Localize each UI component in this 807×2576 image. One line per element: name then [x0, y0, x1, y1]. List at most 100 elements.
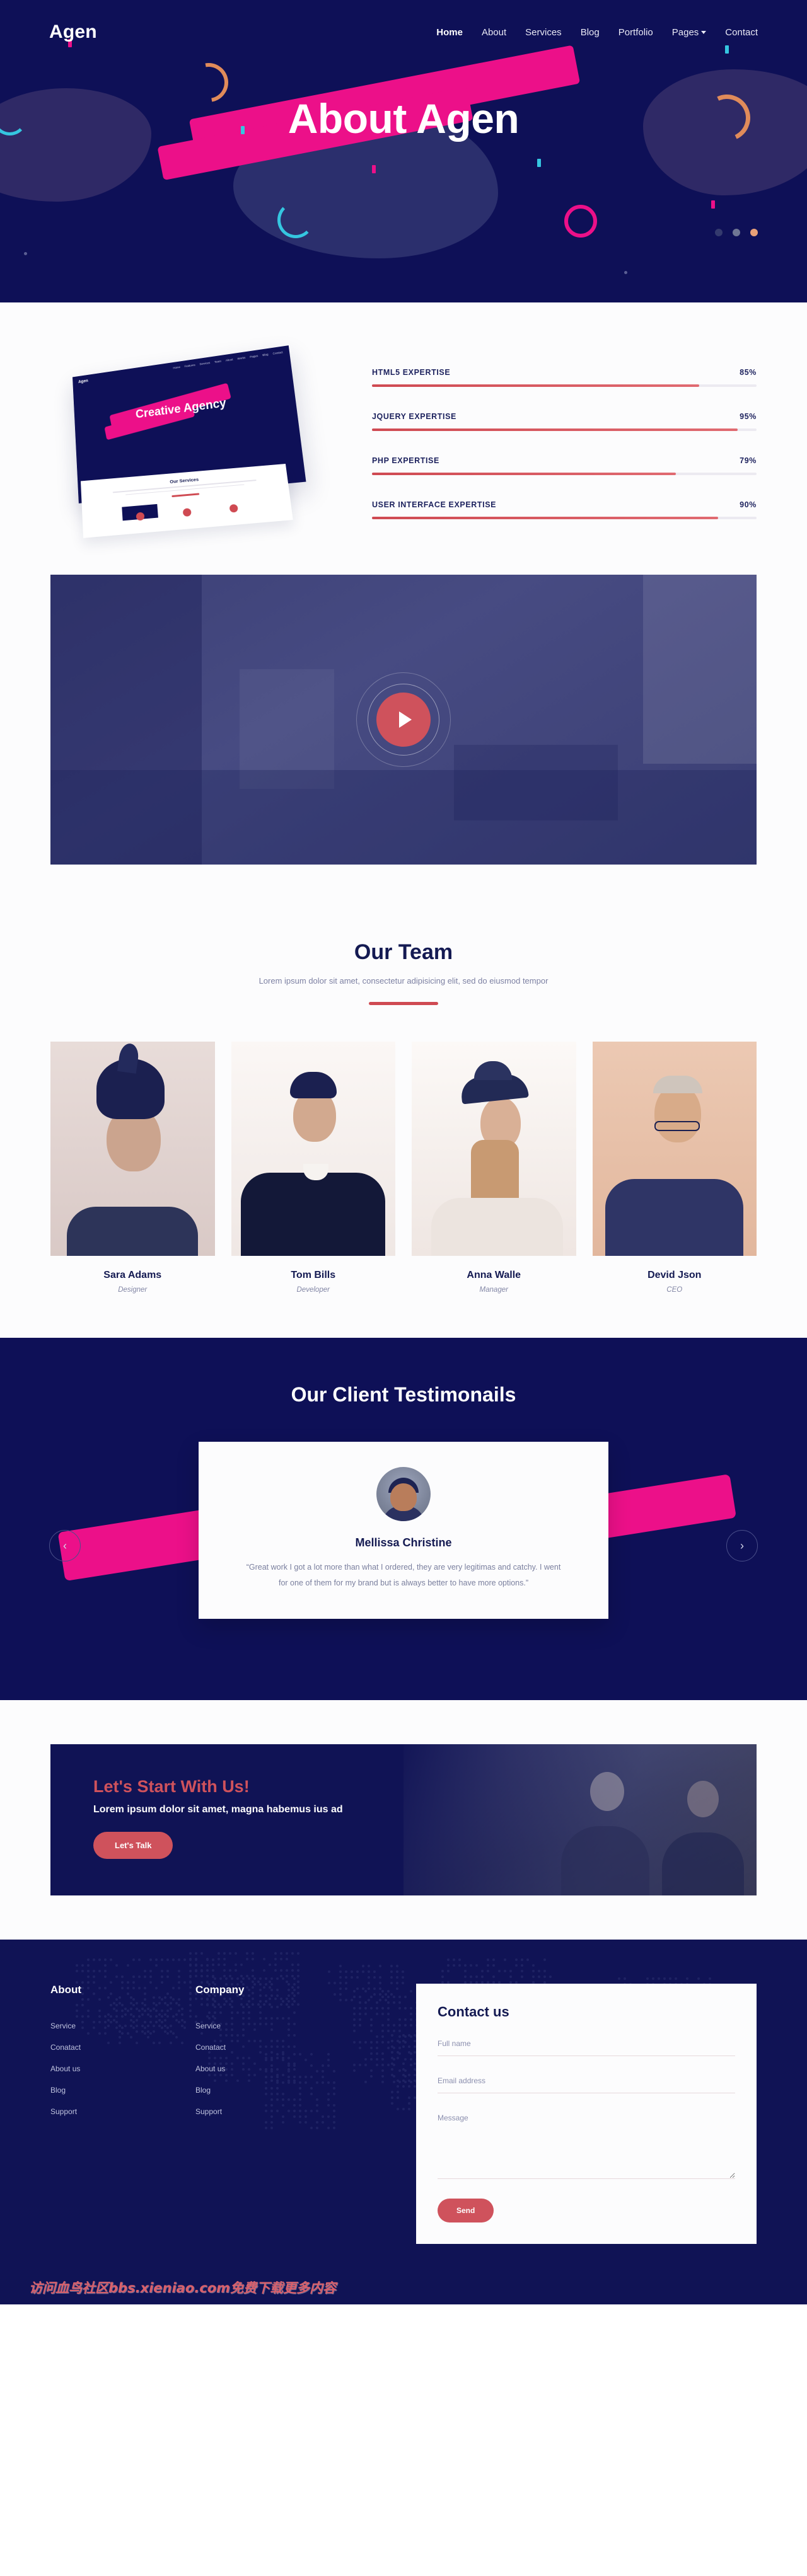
- video-thumbnail[interactable]: [50, 575, 757, 865]
- skills-section: Agen Home Features Services Team About W…: [0, 302, 807, 575]
- skill-label: PHP EXPERTISE: [372, 456, 439, 465]
- contact-form: Contact us Send: [416, 1984, 757, 2244]
- skill-label: USER INTERFACE EXPERTISE: [372, 500, 496, 509]
- footer-link-support[interactable]: Support: [195, 2107, 315, 2116]
- skill-bar-html5: HTML5 EXPERTISE 85%: [372, 368, 757, 387]
- brand-logo[interactable]: Agen: [49, 21, 97, 43]
- skill-value: 90%: [740, 500, 757, 509]
- carousel-next-button[interactable]: ›: [726, 1530, 758, 1561]
- testimonial-card: Mellissa Christine “Great work I got a l…: [199, 1442, 608, 1619]
- decorative-dot: [725, 45, 729, 54]
- skill-bar-ui: USER INTERFACE EXPERTISE 90%: [372, 500, 757, 519]
- testimonials-section: Our Client Testimonails ‹ › Mellissa Chr…: [0, 1338, 807, 1700]
- testimonials-title: Our Client Testimonails: [0, 1383, 807, 1406]
- chevron-right-icon: ›: [740, 1539, 744, 1553]
- footer-bottom-bar: 访问血鸟社区bbs.xieniao.com免费下载更多内容: [0, 2244, 807, 2304]
- cta-title: Let's Start With Us!: [93, 1777, 454, 1797]
- main-navigation: Agen Home About Services Blog Portfolio …: [0, 0, 807, 43]
- team-title: Our Team: [50, 940, 757, 965]
- slider-dot-1[interactable]: [715, 229, 723, 236]
- skill-fill: [372, 384, 699, 387]
- skill-value: 85%: [740, 368, 757, 377]
- footer-link-contact[interactable]: Conatact: [50, 2043, 170, 2052]
- skill-fill: [372, 517, 718, 519]
- nav-link-portfolio[interactable]: Portfolio: [618, 27, 653, 38]
- sheet-accent-bar: [171, 493, 199, 497]
- decorative-dot: [537, 159, 541, 167]
- cta-person-body: [662, 1832, 744, 1895]
- chevron-left-icon: ‹: [63, 1539, 67, 1553]
- nav-link-about[interactable]: About: [482, 27, 506, 38]
- site-footer: About Service Conatact About us Blog Sup…: [0, 1940, 807, 2304]
- skill-track: [372, 384, 757, 387]
- slider-dot-3-active[interactable]: [750, 229, 758, 236]
- decorative-dot: [372, 165, 376, 173]
- chevron-down-icon: [701, 31, 706, 34]
- footer-link-contact[interactable]: Conatact: [195, 2043, 315, 2052]
- skill-bar-php: PHP EXPERTISE 79%: [372, 456, 757, 475]
- nav-link-home[interactable]: Home: [436, 27, 463, 38]
- nav-link-contact[interactable]: Contact: [725, 27, 758, 38]
- footer-link-support[interactable]: Support: [50, 2107, 170, 2116]
- lets-talk-button[interactable]: Let's Talk: [93, 1832, 173, 1859]
- email-input[interactable]: [438, 2073, 735, 2093]
- footer-link-service[interactable]: Service: [195, 2021, 315, 2030]
- team-subtitle: Lorem ipsum dolor sit amet, consectetur …: [50, 976, 757, 986]
- laptop-mockup: Agen Home Features Services Team About W…: [50, 354, 347, 531]
- cta-banner: Let's Start With Us! Lorem ipsum dolor s…: [50, 1744, 757, 1895]
- nav-link-services[interactable]: Services: [525, 27, 562, 38]
- portrait-body: [605, 1179, 743, 1256]
- cta-person-body: [561, 1826, 649, 1895]
- video-overlay-shape: [643, 575, 757, 764]
- mockup-menu-item: Works: [237, 356, 245, 362]
- mockup-menu: Home Features Services Team About Works …: [173, 350, 283, 371]
- team-member-card[interactable]: Sara Adams Designer: [50, 1042, 215, 1294]
- footer-link-about-us[interactable]: About us: [195, 2064, 315, 2073]
- sheet-card-icon: [136, 512, 145, 520]
- team-member-photo: [593, 1042, 757, 1256]
- footer-column-about: About Service Conatact About us Blog Sup…: [50, 1984, 170, 2244]
- nav-link-pages[interactable]: Pages: [672, 27, 707, 38]
- nav-link-pages-label: Pages: [672, 27, 699, 38]
- nav-link-blog[interactable]: Blog: [581, 27, 600, 38]
- video-play-control[interactable]: [356, 672, 451, 767]
- portrait-hair: [290, 1072, 337, 1098]
- footer-link-blog[interactable]: Blog: [195, 2086, 315, 2095]
- footer-column-company: Company Service Conatact About us Blog S…: [195, 1984, 315, 2244]
- team-member-photo: [231, 1042, 396, 1256]
- skill-value: 79%: [740, 456, 757, 465]
- mockup-menu-item: Services: [199, 361, 210, 367]
- portrait-body: [241, 1173, 385, 1256]
- fullname-input[interactable]: [438, 2035, 735, 2056]
- team-member-card[interactable]: Tom Bills Developer: [231, 1042, 396, 1294]
- sheet-card: [122, 504, 158, 520]
- mockup-menu-item: Team: [214, 360, 222, 365]
- team-member-card[interactable]: Anna Walle Manager: [412, 1042, 576, 1294]
- team-member-role: Developer: [231, 1286, 396, 1294]
- team-member-name: Tom Bills: [231, 1270, 396, 1281]
- team-member-card[interactable]: Devid Json CEO: [593, 1042, 757, 1294]
- decorative-ring: [277, 202, 314, 238]
- skill-bar-jquery: JQUERY EXPERTISE 95%: [372, 412, 757, 431]
- decorative-ring: [564, 205, 597, 238]
- message-textarea[interactable]: [438, 2110, 735, 2179]
- mockup-nav: Agen Home Features Services Team About W…: [73, 345, 290, 385]
- footer-link-service[interactable]: Service: [50, 2021, 170, 2030]
- portrait-body: [67, 1207, 198, 1256]
- footer-link-about-us[interactable]: About us: [50, 2064, 170, 2073]
- play-button[interactable]: [376, 693, 431, 747]
- cta-person-head: [687, 1781, 719, 1817]
- mockup-menu-item: Contact: [272, 350, 283, 356]
- hero-slider-dots[interactable]: [715, 229, 758, 236]
- slider-dot-2[interactable]: [733, 229, 740, 236]
- send-button[interactable]: Send: [438, 2199, 494, 2222]
- sheet-card: [215, 496, 252, 512]
- carousel-prev-button[interactable]: ‹: [49, 1530, 81, 1561]
- cta-subtitle: Lorem ipsum dolor sit amet, magna habemu…: [93, 1804, 454, 1815]
- skill-label: HTML5 EXPERTISE: [372, 368, 450, 377]
- mockup-menu-item: Features: [184, 364, 195, 369]
- skill-track: [372, 517, 757, 519]
- team-member-name: Sara Adams: [50, 1270, 215, 1281]
- footer-link-blog[interactable]: Blog: [50, 2086, 170, 2095]
- decorative-dot: [24, 252, 27, 255]
